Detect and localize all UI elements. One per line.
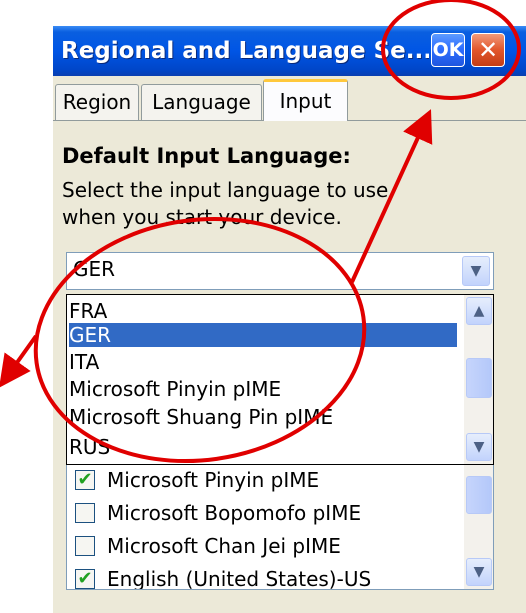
list-scrollbar[interactable]: ▼	[464, 465, 493, 589]
chevron-down-icon[interactable]: ▼	[466, 558, 492, 586]
window-title: Regional and Language Se...	[61, 38, 429, 64]
dropdown-option[interactable]: FRA	[69, 299, 457, 323]
checkbox-unchecked[interactable]	[75, 503, 95, 523]
section-description: Select the input language to use when yo…	[62, 178, 389, 229]
installed-languages-list[interactable]: ✔ Microsoft Pinyin pIME Microsoft Bopomo…	[66, 465, 494, 590]
tab-region[interactable]: Region	[55, 84, 139, 120]
list-item-label: English (United States)-US	[107, 567, 372, 590]
default-input-language-combo[interactable]: GER ▼	[66, 252, 494, 290]
section-heading: Default Input Language:	[62, 144, 351, 168]
dropdown-option-selected[interactable]: GER	[69, 323, 457, 347]
tab-language[interactable]: Language	[141, 84, 262, 120]
chevron-down-icon[interactable]: ▼	[466, 433, 492, 461]
language-dropdown-list[interactable]: FRA GER ITA Microsoft Pinyin pIME Micros…	[66, 294, 494, 465]
close-button[interactable]: ✕	[471, 33, 505, 67]
annotation-arrow-left	[0, 334, 38, 388]
scrollbar-thumb[interactable]	[466, 358, 492, 398]
dropdown-option[interactable]: Microsoft Pinyin pIME	[69, 377, 457, 401]
dropdown-scrollbar[interactable]: ▲ ▼	[464, 295, 493, 464]
list-item-label: Microsoft Chan Jei pIME	[107, 534, 341, 558]
tab-input[interactable]: Input	[263, 79, 348, 121]
scrollbar-thumb[interactable]	[466, 476, 492, 514]
dropdown-option[interactable]: RUS	[69, 435, 457, 459]
dropdown-option[interactable]: ITA	[69, 350, 457, 374]
checkbox-unchecked[interactable]	[75, 536, 95, 556]
checkbox-checked[interactable]: ✔	[75, 470, 95, 490]
combo-selected-value: GER	[73, 257, 116, 281]
chevron-down-icon[interactable]: ▼	[462, 256, 490, 286]
chevron-up-icon[interactable]: ▲	[466, 297, 492, 325]
list-item-label: Microsoft Bopomofo pIME	[107, 501, 362, 525]
list-item-label: Microsoft Pinyin pIME	[107, 468, 320, 492]
title-bar: Regional and Language Se... OK ✕	[53, 26, 526, 76]
dropdown-option[interactable]: Microsoft Shuang Pin pIME	[69, 405, 457, 429]
ok-button[interactable]: OK	[431, 33, 465, 67]
checkbox-checked[interactable]: ✔	[75, 569, 95, 589]
screenshot-stage: Regional and Language Se... OK ✕ Region …	[0, 0, 526, 613]
